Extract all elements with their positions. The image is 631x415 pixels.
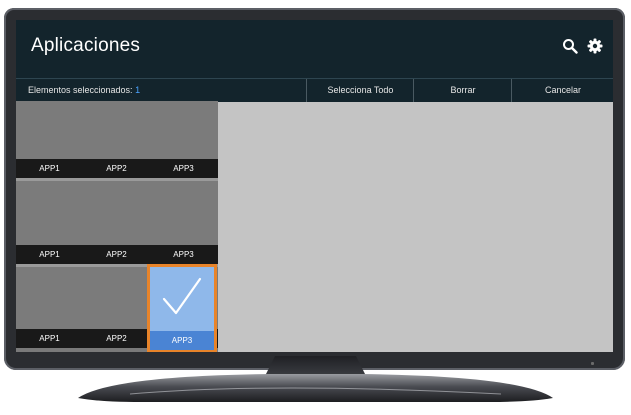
app-tile-label[interactable]: APP3 bbox=[150, 245, 217, 264]
app-row-2-tiles[interactable] bbox=[16, 181, 218, 245]
search-icon[interactable] bbox=[562, 38, 578, 54]
selected-items-text: Elementos seleccionados: bbox=[28, 85, 133, 95]
app-row-1-tiles[interactable] bbox=[16, 101, 218, 159]
selected-app-label: APP3 bbox=[150, 331, 214, 350]
page-title: Aplicaciones bbox=[31, 35, 141, 56]
app-row-2-labels: APP1 APP2 APP3 bbox=[16, 245, 218, 264]
app-tile-label[interactable]: APP1 bbox=[16, 329, 83, 348]
checkmark-icon bbox=[162, 277, 202, 315]
app-tile-label[interactable]: APP1 bbox=[16, 159, 83, 178]
app-tile-label[interactable]: APP3 bbox=[150, 159, 217, 178]
selected-count: 1 bbox=[135, 85, 141, 95]
select-all-button[interactable]: Selecciona Todo bbox=[306, 79, 414, 102]
app-tile-label[interactable]: APP2 bbox=[83, 159, 150, 178]
app-row-1-labels: APP1 APP2 APP3 bbox=[16, 159, 218, 178]
gear-icon[interactable] bbox=[587, 38, 603, 54]
power-led bbox=[591, 362, 594, 365]
app-tile-label[interactable]: APP2 bbox=[83, 329, 150, 348]
tv-stand bbox=[78, 356, 553, 402]
selection-toolbar: Elementos seleccionados: 1 Selecciona To… bbox=[16, 78, 613, 102]
delete-button[interactable]: Borrar bbox=[413, 79, 512, 102]
tv-screen: Aplicaciones Elementos seleccionados: 1 … bbox=[16, 20, 613, 352]
app-header: Aplicaciones bbox=[16, 20, 613, 78]
app-tile-label[interactable]: APP2 bbox=[83, 245, 150, 264]
selected-app-tile[interactable]: APP3 bbox=[147, 264, 217, 352]
cancel-button[interactable]: Cancelar bbox=[511, 79, 613, 102]
app-tile-label[interactable]: APP1 bbox=[16, 245, 83, 264]
selected-items-label: Elementos seleccionados: 1 bbox=[28, 85, 140, 95]
